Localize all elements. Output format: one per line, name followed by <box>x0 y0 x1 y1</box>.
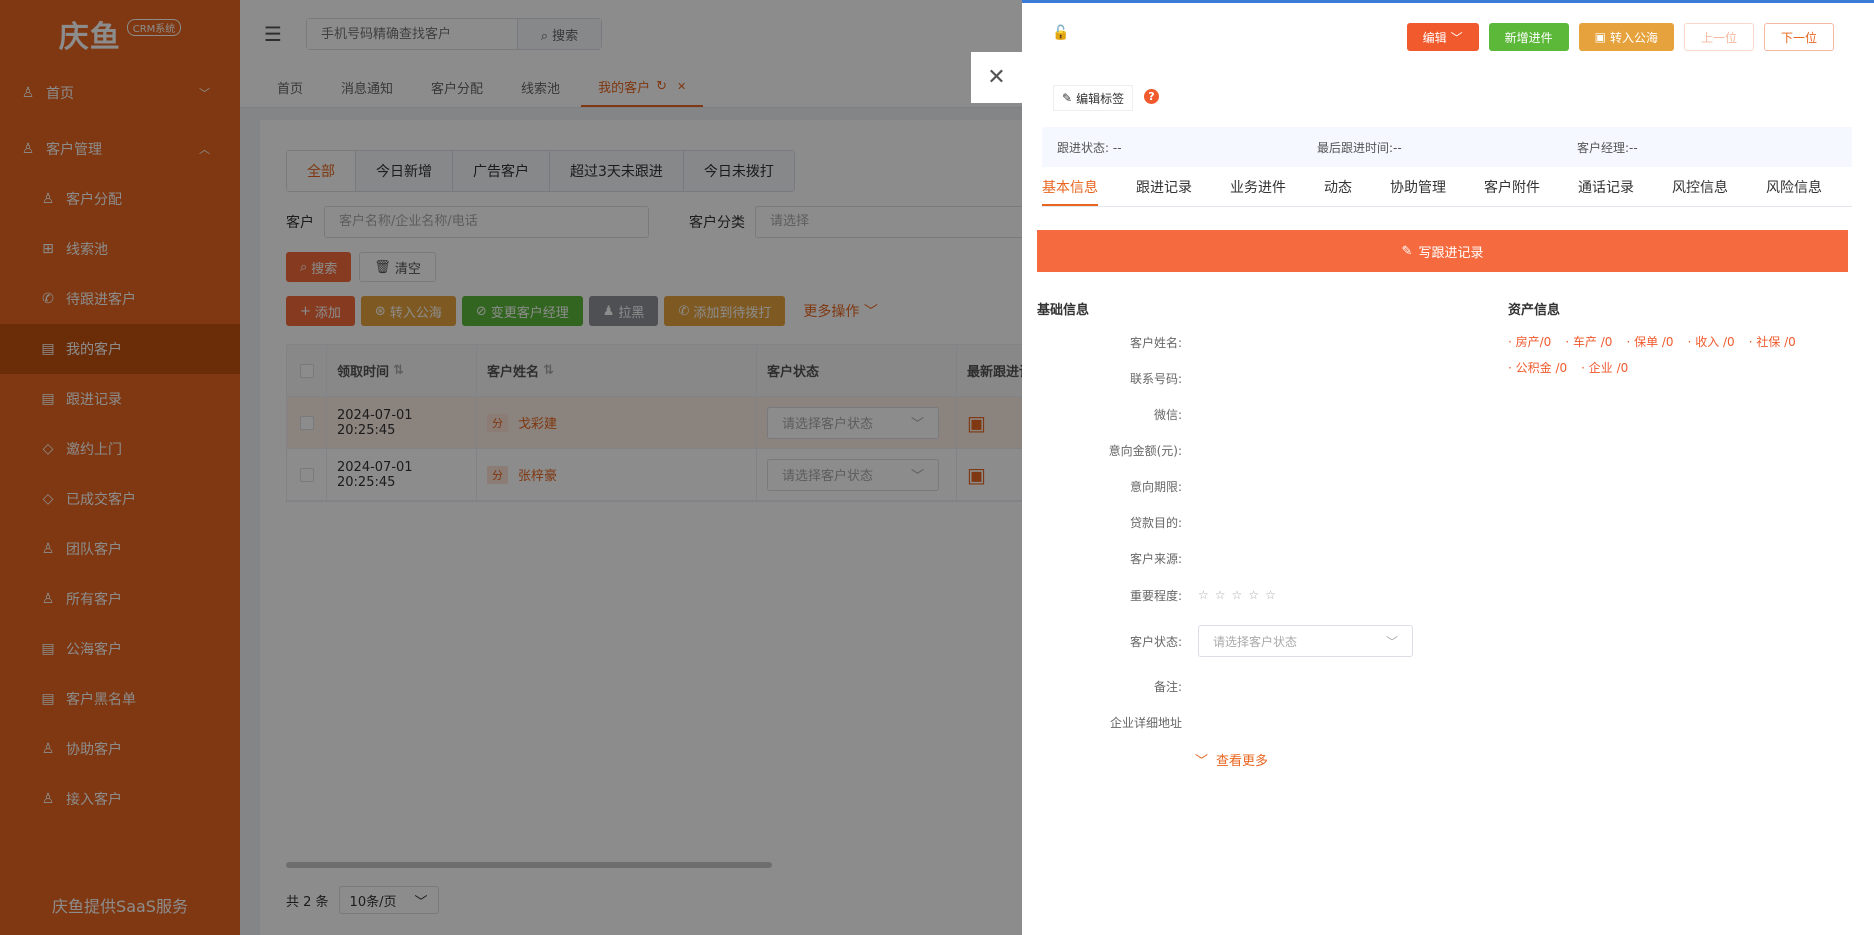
follow-info-bar: 跟进状态: -- 最后跟进时间:-- 客户经理:-- <box>1042 127 1852 167</box>
tab-risk-info[interactable]: 风险信息 <box>1766 173 1822 206</box>
importance-rating[interactable]: ☆ ☆ ☆ ☆ ☆ <box>1198 588 1276 602</box>
asset-social-security[interactable]: · 社保 /0 <box>1749 331 1796 353</box>
field-label: 备注: <box>1153 679 1182 694</box>
to-pool-label: 转入公海 <box>1609 30 1658 45</box>
tab-call-records[interactable]: 通话记录 <box>1578 173 1634 206</box>
field-importance: 重要程度: ☆ ☆ ☆ ☆ ☆ <box>1022 577 1462 613</box>
field-label: 贷款目的: <box>1129 515 1182 530</box>
basic-info-title: 基础信息 <box>1037 303 1090 318</box>
field-intended-amount: 意向金额(元): <box>1022 432 1462 468</box>
star-icon[interactable]: ☆ <box>1198 588 1209 602</box>
write-follow-record-button[interactable]: ✎ 写跟进记录 <box>1037 230 1848 272</box>
pencil-icon: ✎ <box>1062 91 1073 105</box>
pool-icon: ▣ <box>1594 30 1606 44</box>
edit-tag-button[interactable]: ✎ 编辑标签 <box>1053 85 1134 111</box>
asset-income[interactable]: · 收入 /0 <box>1688 331 1735 353</box>
star-icon[interactable]: ☆ <box>1265 588 1276 602</box>
tab-basic-info[interactable]: 基本信息 <box>1042 173 1098 206</box>
field-label: 客户来源: <box>1129 551 1182 566</box>
field-label: 客户姓名: <box>1129 335 1182 350</box>
field-address: 企业详细地址 <box>1022 704 1462 740</box>
tab-risk-control[interactable]: 风控信息 <box>1672 173 1728 206</box>
new-progress-button[interactable]: 新增进件 <box>1488 23 1569 51</box>
last-follow-time: 最后跟进时间:-- <box>1317 140 1402 155</box>
tab-attachments[interactable]: 客户附件 <box>1484 173 1540 206</box>
asset-housing-fund[interactable]: · 公积金 /0 <box>1508 357 1567 379</box>
detail-tabs: 基本信息 跟进记录 业务进件 动态 协助管理 客户附件 通话记录 风控信息 风险… <box>1042 173 1852 207</box>
field-label: 客户状态: <box>1129 634 1182 649</box>
asset-house[interactable]: · 房产/0 <box>1508 331 1551 353</box>
tab-activity[interactable]: 动态 <box>1324 173 1352 206</box>
drawer-buttons: 编辑 ﹀ 新增进件 ▣ 转入公海 上一位 下一位 <box>1406 23 1834 51</box>
field-customer-name: 客户姓名: <box>1022 324 1462 360</box>
tab-business-progress[interactable]: 业务进件 <box>1230 173 1286 206</box>
field-intended-term: 意向期限: <box>1022 468 1462 504</box>
tab-follow-records[interactable]: 跟进记录 <box>1136 173 1192 206</box>
lock-icon[interactable]: 🔓 <box>1052 25 1069 41</box>
tab-assist-management[interactable]: 协助管理 <box>1390 173 1446 206</box>
field-label: 意向金额(元): <box>1108 443 1182 458</box>
asset-info-title: 资产信息 <box>1508 303 1561 318</box>
chevron-down-icon: ﹀ <box>1385 634 1398 649</box>
field-remark: 备注: <box>1022 668 1462 704</box>
customer-detail-drawer: 🔓 编辑 ﹀ 新增进件 ▣ 转入公海 上一位 下一位 ✎ 编辑标签 ? 跟进状态: … <box>1022 0 1874 935</box>
drawer-toolbar: 🔓 编辑 ﹀ 新增进件 ▣ 转入公海 上一位 下一位 <box>1022 21 1874 53</box>
star-icon[interactable]: ☆ <box>1232 588 1243 602</box>
asset-policy[interactable]: · 保单 /0 <box>1626 331 1673 353</box>
field-status: 客户状态: 请选择客户状态 ﹀ <box>1022 623 1462 659</box>
write-follow-label: 写跟进记录 <box>1418 245 1484 261</box>
drawer-close-button[interactable]: ✕ <box>971 52 1022 103</box>
edit-label: 编辑 <box>1422 30 1447 45</box>
star-icon[interactable]: ☆ <box>1248 588 1259 602</box>
chevron-down-icon: ﹀ <box>1195 754 1209 769</box>
chevron-down-icon: ﹀ <box>1450 30 1463 45</box>
status-placeholder: 请选择客户状态 <box>1213 634 1298 649</box>
edit-button[interactable]: 编辑 ﹀ <box>1406 23 1479 51</box>
field-loan-purpose: 贷款目的: <box>1022 504 1462 540</box>
modal-overlay[interactable] <box>0 0 1022 935</box>
view-more-link[interactable]: ﹀ 查看更多 <box>1195 750 1268 769</box>
customer-status-select[interactable]: 请选择客户状态 ﹀ <box>1198 625 1413 657</box>
field-wechat: 微信: <box>1022 396 1462 432</box>
follow-status: 跟进状态: -- <box>1057 140 1122 155</box>
field-phone: 联系号码: <box>1022 360 1462 396</box>
field-label: 重要程度: <box>1129 588 1182 603</box>
view-more-label: 查看更多 <box>1216 754 1269 769</box>
asset-list: · 房产/0 · 车产 /0 · 保单 /0 · 收入 /0 · 社保 /0 ·… <box>1508 331 1848 379</box>
field-label: 企业详细地址 <box>1109 715 1182 730</box>
field-source: 客户来源: <box>1022 540 1462 576</box>
prev-button[interactable]: 上一位 <box>1683 23 1754 51</box>
pencil-icon: ✎ <box>1401 243 1413 259</box>
asset-enterprise[interactable]: · 企业 /0 <box>1581 357 1628 379</box>
star-icon[interactable]: ☆ <box>1215 588 1226 602</box>
help-icon[interactable]: ? <box>1144 89 1159 104</box>
close-icon: ✕ <box>987 65 1006 90</box>
field-label: 微信: <box>1153 407 1182 422</box>
customer-manager: 客户经理:-- <box>1577 140 1638 155</box>
edit-tag-label: 编辑标签 <box>1076 91 1125 106</box>
field-label: 意向期限: <box>1129 479 1182 494</box>
next-button[interactable]: 下一位 <box>1763 23 1834 51</box>
field-label: 联系号码: <box>1129 371 1182 386</box>
to-pool-button[interactable]: ▣ 转入公海 <box>1578 23 1674 51</box>
asset-car[interactable]: · 车产 /0 <box>1565 331 1612 353</box>
